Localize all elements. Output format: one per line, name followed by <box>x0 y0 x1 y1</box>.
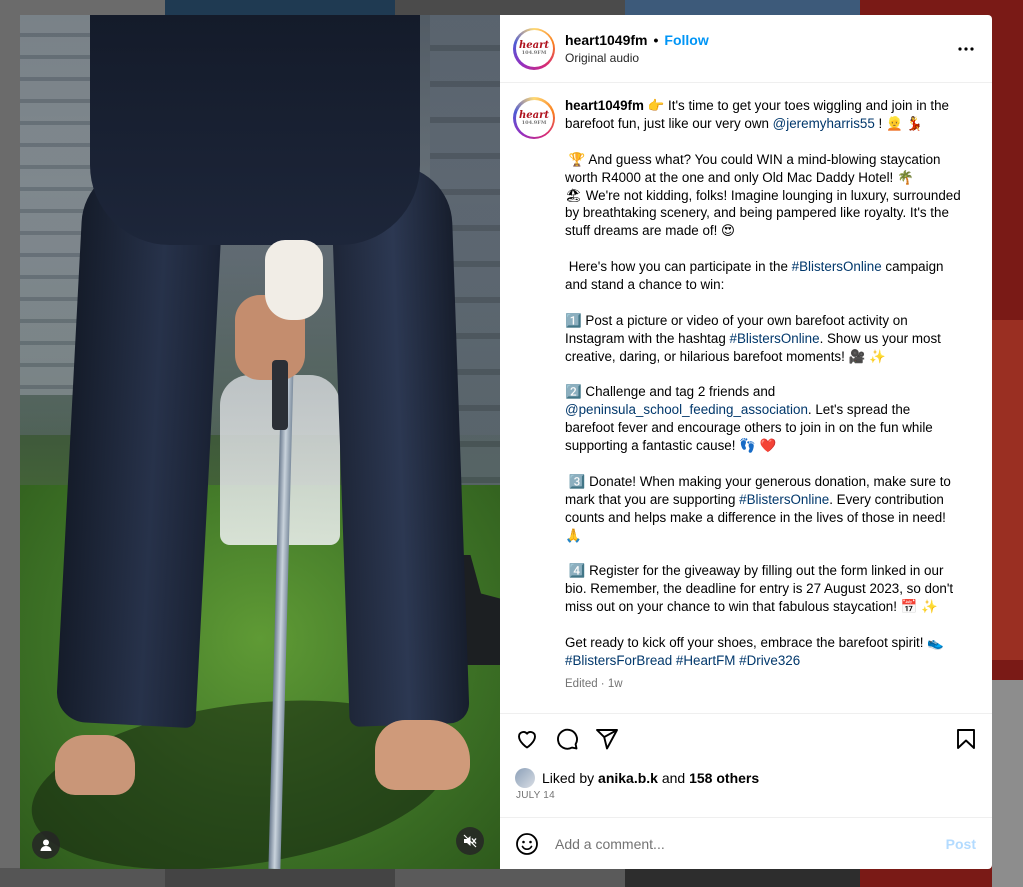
separator-dot: • <box>653 32 659 48</box>
caption-paragraph: Get ready to kick off your shoes, embrac… <box>565 634 963 670</box>
avatar-logo-subtext: 104.9FM <box>521 50 547 56</box>
post-caption: heart1049fm 👉 It's time to get your toes… <box>565 97 963 713</box>
liker-avatar[interactable] <box>515 768 535 788</box>
action-bar <box>500 713 992 763</box>
mute-icon <box>463 834 477 848</box>
caption-avatar[interactable]: heart 104.9FM <box>513 97 555 139</box>
likes-count-link[interactable]: 158 others <box>689 770 759 786</box>
caption-text: 2️⃣ Challenge and tag 2 friends and <box>565 384 779 400</box>
caption-paragraph: 3️⃣ Donate! When making your generous do… <box>565 473 963 545</box>
emoji-icon[interactable] <box>515 832 539 856</box>
photo-torso <box>90 15 420 245</box>
likes-summary: Liked by anika.b.k and 158 others <box>500 763 992 789</box>
post-video[interactable] <box>20 15 500 869</box>
background-tile <box>165 868 395 887</box>
user-icon <box>40 839 52 851</box>
hashtag-link[interactable]: #BlistersOnline <box>730 331 820 346</box>
caption-text: Here's how you can participate in the <box>565 259 792 275</box>
caption-text: Get ready to kick off your shoes, embrac… <box>565 635 944 651</box>
post-author: heart1049fm • Follow Original audio <box>565 32 954 65</box>
caption-paragraph: Here's how you can participate in the #B… <box>565 258 963 294</box>
caption-paragraph: 4️⃣ Register for the giveaway by filling… <box>565 563 957 615</box>
comment-input[interactable] <box>555 835 946 852</box>
caption-paragraph: 2️⃣ Challenge and tag 2 friends and @pen… <box>565 383 963 455</box>
follow-button[interactable]: Follow <box>664 32 708 48</box>
caption-username[interactable]: heart1049fm <box>565 98 644 113</box>
avatar-logo: heart 104.9FM <box>515 99 553 137</box>
comment-icon[interactable] <box>555 727 579 751</box>
post-comment-button[interactable]: Post <box>946 836 976 852</box>
comment-bar: Post <box>500 817 992 869</box>
photo-glove <box>265 240 323 320</box>
tagged-user-button[interactable] <box>32 831 60 859</box>
hashtag-link[interactable]: #BlistersOnline <box>739 492 829 507</box>
audio-label[interactable]: Original audio <box>565 51 954 65</box>
post-panel: heart 104.9FM heart1049fm • Follow Origi… <box>500 15 992 869</box>
avatar-logo-text: heart <box>519 109 549 121</box>
heart-icon[interactable] <box>515 727 539 751</box>
caption-area: heart 104.9FM heart1049fm 👉 It's time to… <box>500 83 992 713</box>
hashtag-link[interactable]: #BlistersOnline <box>792 259 882 274</box>
hashtag-link[interactable]: #BlistersForBread #HeartFM #Drive326 <box>565 653 800 668</box>
background-tile <box>625 868 860 887</box>
avatar-logo-subtext: 104.9FM <box>521 119 547 126</box>
photo-foot <box>375 720 470 790</box>
more-icon <box>958 46 974 51</box>
background-tile <box>0 868 165 887</box>
bookmark-icon[interactable] <box>954 727 978 751</box>
mute-button[interactable] <box>456 827 484 855</box>
more-options-button[interactable] <box>954 37 978 61</box>
photo-club-grip <box>272 360 288 430</box>
photo-leg <box>55 161 225 729</box>
likes-prefix: Liked by <box>542 770 595 786</box>
caption-paragraph: heart1049fm 👉 It's time to get your toes… <box>565 97 963 133</box>
photo-foot <box>55 735 135 795</box>
liker-username[interactable]: anika.b.k <box>598 770 658 786</box>
background-tile <box>992 680 1023 887</box>
mention-link[interactable]: @peninsula_school_feeding_association <box>565 402 808 417</box>
author-username[interactable]: heart1049fm <box>565 32 648 48</box>
avatar[interactable]: heart 104.9FM <box>513 27 555 70</box>
likes-and: and <box>661 770 686 786</box>
avatar-logo: heart 104.9FM <box>515 30 553 67</box>
background-tile <box>992 320 1023 660</box>
share-icon[interactable] <box>595 727 619 751</box>
edited-timestamp[interactable]: Edited · 1w <box>565 676 963 694</box>
post-header: heart 104.9FM heart1049fm • Follow Origi… <box>500 15 992 83</box>
caption-paragraph: 1️⃣ Post a picture or video of your own … <box>565 312 963 366</box>
photo-leg <box>330 163 470 727</box>
post-date[interactable]: JULY 14 <box>500 789 992 811</box>
post-modal: heart 104.9FM heart1049fm • Follow Origi… <box>20 15 992 869</box>
caption-paragraph: 🏆 And guess what? You could WIN a mind-b… <box>565 151 961 239</box>
caption-text: ! 👱 💃 <box>874 115 924 131</box>
mention-link[interactable]: @jeremyharris55 <box>773 116 875 131</box>
author-line: heart1049fm • Follow <box>565 32 954 48</box>
